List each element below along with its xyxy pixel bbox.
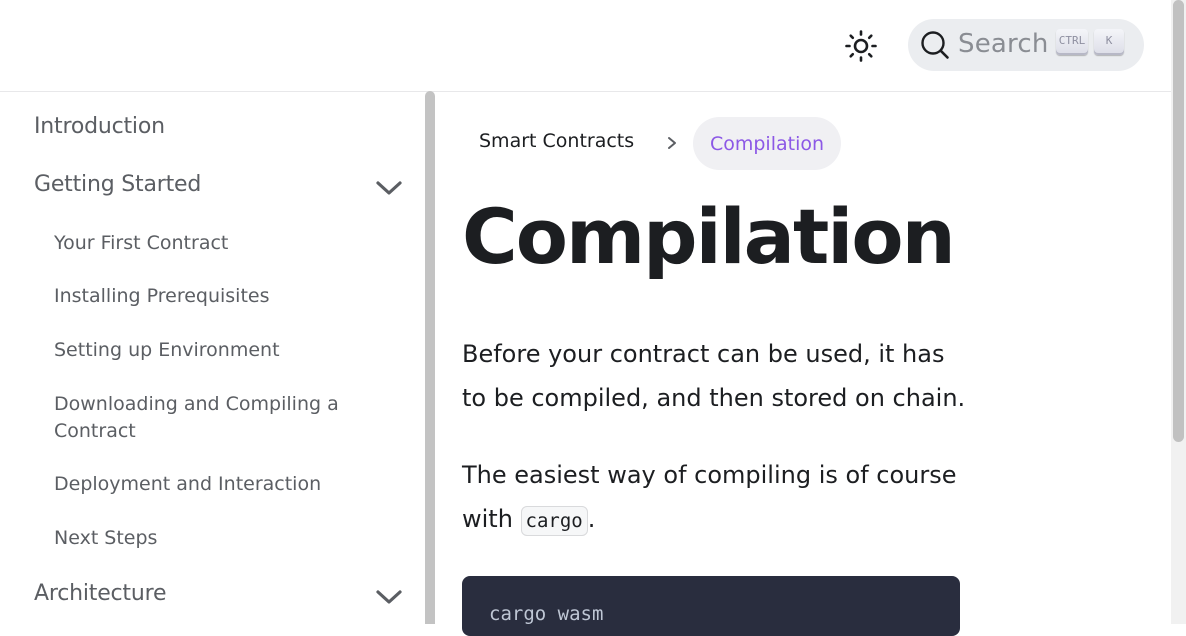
search-button[interactable]: Search CTRL K xyxy=(908,19,1144,71)
page-scrollbar-thumb[interactable] xyxy=(1173,0,1184,442)
sidebar-item-next-steps[interactable]: Next Steps xyxy=(54,525,374,552)
expand-architecture-button[interactable] xyxy=(373,581,405,613)
sun-icon xyxy=(845,30,877,62)
inline-code-cargo: cargo xyxy=(520,506,588,536)
sidebar-item-installing-prerequisites[interactable]: Installing Prerequisites xyxy=(54,283,374,310)
sidebar-item-introduction[interactable]: Introduction xyxy=(34,114,165,139)
chevron-down-icon xyxy=(376,181,402,195)
code-block[interactable]: cargo wasm xyxy=(462,576,960,636)
chevron-down-icon xyxy=(376,590,402,604)
page-title: Compilation xyxy=(462,192,956,281)
chevron-right-icon xyxy=(668,137,676,149)
sidebar-item-setting-up-environment[interactable]: Setting up Environment xyxy=(54,337,374,364)
breadcrumb-compilation[interactable]: Compilation xyxy=(693,117,841,170)
intro-paragraph: Before your contract can be used, it has… xyxy=(462,340,966,412)
sidebar-item-deployment-and-interaction[interactable]: Deployment and Interaction xyxy=(54,471,374,498)
search-icon xyxy=(921,31,949,59)
docs-sidebar: Introduction Getting Started Your First … xyxy=(0,92,425,624)
collapse-getting-started-button[interactable] xyxy=(373,172,405,204)
cargo-paragraph: The easiest way of compiling is of cours… xyxy=(462,453,972,543)
top-navbar: Search CTRL K xyxy=(0,0,1171,92)
sidebar-scrollbar[interactable] xyxy=(425,91,435,624)
sidebar-item-architecture[interactable]: Architecture xyxy=(34,581,166,606)
sidebar-item-getting-started[interactable]: Getting Started xyxy=(34,172,201,197)
breadcrumb-smart-contracts[interactable]: Smart Contracts xyxy=(479,130,634,152)
ctrl-key-hint: CTRL xyxy=(1056,29,1088,55)
code-line: cargo wasm xyxy=(489,603,604,625)
search-placeholder: Search xyxy=(958,29,1049,59)
theme-toggle-button[interactable] xyxy=(840,25,882,67)
sidebar-item-your-first-contract[interactable]: Your First Contract xyxy=(54,230,374,257)
k-key-hint: K xyxy=(1094,29,1124,55)
cargo-paragraph-period: . xyxy=(587,505,596,533)
sidebar-item-downloading-and-compiling[interactable]: Downloading and Compiling a Contract xyxy=(54,391,374,445)
